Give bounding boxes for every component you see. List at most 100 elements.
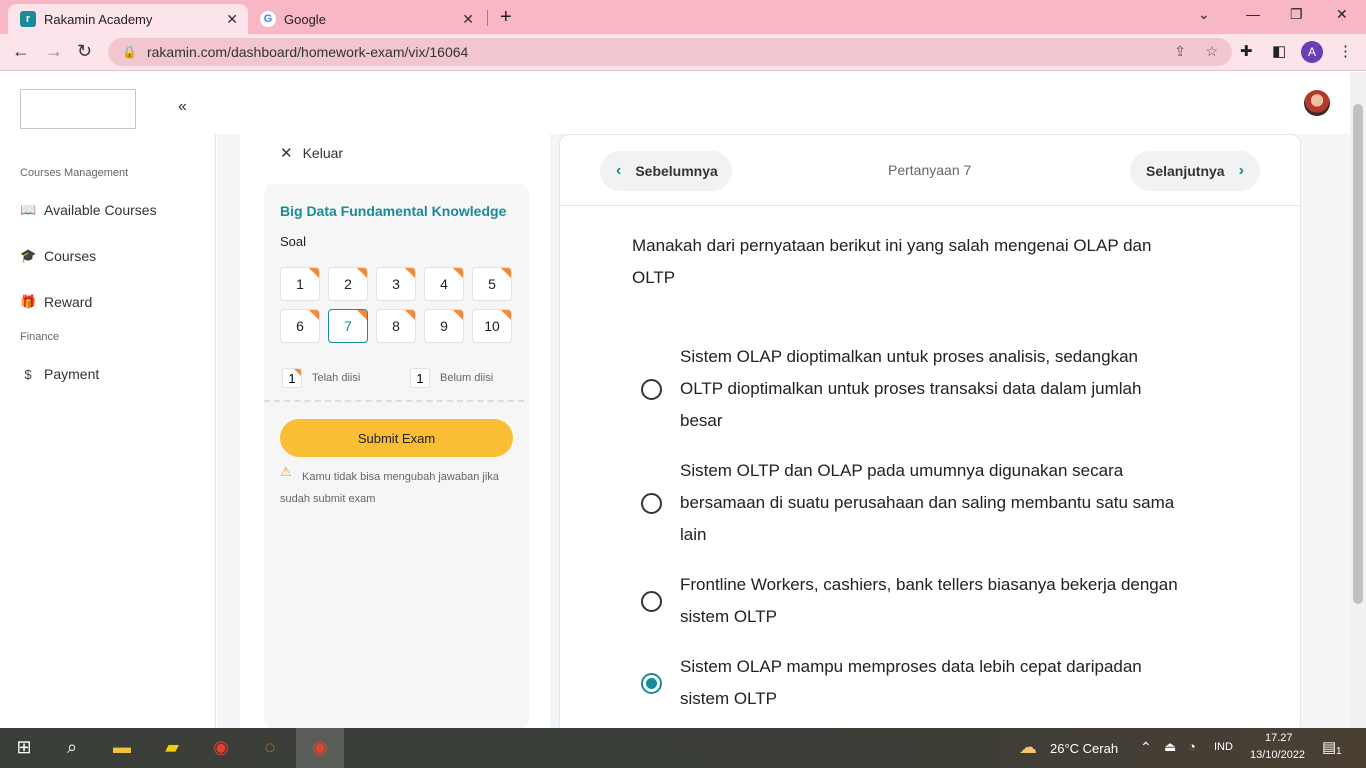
tab-separator [487, 10, 488, 26]
answer-option-text: Sistem OLTP dan OLAP pada umumnya diguna… [680, 461, 1175, 544]
restore-icon[interactable]: ❐ [1290, 6, 1303, 23]
answer-option[interactable]: Frontline Workers, cashiers, bank teller… [641, 569, 1201, 633]
browser-toolbar: ← → ↻ 🔒 rakamin.com/dashboard/homework-e… [0, 34, 1366, 71]
sidebar-item-reward[interactable]: 🎁 Reward [20, 294, 92, 310]
file-explorer-icon[interactable]: ▬ [110, 737, 134, 759]
previous-question-button[interactable]: ‹ Sebelumnya [600, 151, 732, 191]
new-tab-icon[interactable]: + [500, 6, 512, 29]
submit-warning-text: Kamu tidak bisa mengubah jawaban jika su… [280, 471, 499, 505]
url-text: rakamin.com/dashboard/homework-exam/vix/… [146, 44, 469, 60]
previous-label: Sebelumnya [635, 163, 718, 179]
forward-arrow-icon[interactable]: → [45, 41, 63, 62]
address-bar[interactable]: 🔒 rakamin.com/dashboard/homework-exam/vi… [108, 38, 1232, 66]
next-label: Selanjutnya [1146, 163, 1225, 179]
sidebar-item-payment[interactable]: $ Payment [20, 366, 99, 382]
sidebar-item-label: Courses [44, 248, 97, 264]
radio-button[interactable] [641, 492, 662, 514]
divider [560, 205, 1300, 206]
logo-image[interactable] [20, 89, 136, 129]
radio-button[interactable] [641, 590, 662, 612]
close-icon: ✕ [280, 145, 293, 162]
sidebar-item-label: Payment [44, 366, 100, 382]
scrollbar-thumb[interactable] [1353, 104, 1363, 604]
question-text: Manakah dari pernyataan berikut ini yang… [632, 236, 1152, 287]
user-avatar[interactable] [1304, 90, 1330, 116]
minimize-icon[interactable]: — [1246, 6, 1260, 22]
tab-google[interactable]: G Google ✕ [252, 4, 484, 34]
legend-unanswered-label: Belum diisi [440, 372, 494, 384]
dollar-icon: $ [24, 366, 32, 382]
window-close-icon[interactable]: ✕ [1336, 6, 1348, 23]
page-scrollbar[interactable] [1350, 72, 1366, 728]
sidebar: Courses Management 📖 Available Courses 🎓… [0, 134, 216, 728]
chevron-left-icon: ‹ [616, 162, 622, 179]
question-number-button-current[interactable]: 7 [328, 309, 368, 343]
radio-button-checked[interactable] [641, 672, 662, 694]
sidebar-item-courses[interactable]: 🎓 Courses [20, 248, 96, 264]
bookmark-star-icon[interactable]: ☆ [1205, 43, 1218, 60]
notification-count: 1 [1336, 746, 1342, 757]
app-icon[interactable]: ◌ [258, 737, 282, 759]
sticky-notes-icon[interactable]: ▰ [160, 737, 184, 759]
soal-label: Soal [280, 234, 307, 249]
windows-start-icon[interactable]: ⊞ [12, 737, 36, 759]
sidebar-section-finance: Finance [20, 331, 60, 343]
question-number-button[interactable]: 1 [280, 267, 320, 301]
wifi-icon[interactable]: ◔ [1188, 739, 1196, 754]
question-number-button[interactable]: 8 [376, 309, 416, 343]
exit-label: Keluar [302, 145, 344, 161]
weather-text[interactable]: 26°C Cerah [1050, 741, 1118, 756]
question-number-button[interactable]: 6 [280, 309, 320, 343]
search-icon[interactable]: ⌕ [60, 737, 84, 759]
question-number-button[interactable]: 5 [472, 267, 512, 301]
google-g-icon: G [260, 11, 276, 27]
extensions-puzzle-icon[interactable]: ✚ [1240, 42, 1253, 60]
legend-answered-label: Telah diisi [312, 372, 361, 384]
close-icon[interactable]: ✕ [226, 11, 238, 28]
close-icon[interactable]: ✕ [462, 11, 474, 28]
browser-tab-strip: r Rakamin Academy ✕ G Google ✕ + ⌄ — ❐ ✕ [0, 0, 1366, 34]
answer-option-selected[interactable]: Sistem OLAP mampu memproses data lebih c… [641, 651, 1201, 715]
question-number-button[interactable]: 2 [328, 267, 368, 301]
book-icon: 📖 [20, 202, 37, 217]
sidebar-item-label: Reward [44, 294, 93, 310]
question-number-button[interactable]: 9 [424, 309, 464, 343]
reload-icon[interactable]: ↻ [77, 41, 92, 62]
share-icon[interactable]: ⇪ [1174, 43, 1186, 60]
more-menu-icon[interactable]: ⋮ [1338, 42, 1353, 60]
profile-avatar[interactable]: A [1301, 41, 1323, 63]
answer-option[interactable]: Sistem OLAP dioptimalkan untuk proses an… [641, 341, 1201, 437]
tab-title: Google [284, 11, 326, 27]
chrome-icon[interactable]: ◉ [209, 737, 233, 759]
chrome-profile-icon[interactable]: ◉ [308, 737, 332, 759]
clock-date[interactable]: 13/10/2022 [1250, 749, 1305, 761]
side-panel-icon[interactable]: ◧ [1272, 42, 1286, 60]
collapse-sidebar-icon[interactable]: « [178, 98, 187, 116]
question-number-button[interactable]: 4 [424, 267, 464, 301]
answer-option-text: Sistem OLAP mampu memproses data lebih c… [680, 657, 1142, 708]
weather-icon[interactable]: ☁ [1016, 737, 1040, 759]
question-number-button[interactable]: 3 [376, 267, 416, 301]
chevron-up-icon[interactable]: ⌃ [1140, 739, 1152, 756]
submit-exam-button[interactable]: Submit Exam [280, 419, 513, 457]
back-arrow-icon[interactable]: ← [12, 41, 30, 62]
notification-icon[interactable]: ▤ [1322, 738, 1336, 756]
course-title: Big Data Fundamental Knowledge [280, 203, 507, 219]
usb-icon[interactable]: ⏏ [1164, 739, 1176, 755]
language-indicator[interactable]: IND [1214, 741, 1233, 753]
answer-option-text: Frontline Workers, cashiers, bank teller… [680, 575, 1178, 626]
tab-rakamin-academy[interactable]: r Rakamin Academy ✕ [8, 4, 248, 34]
tab-title: Rakamin Academy [44, 11, 153, 27]
question-counter: Pertanyaan 7 [888, 162, 972, 178]
radio-button[interactable] [641, 378, 662, 400]
clock-time[interactable]: 17.27 [1265, 732, 1293, 744]
exit-button[interactable]: ✕ Keluar [280, 144, 343, 162]
lock-icon: 🔒 [122, 45, 137, 59]
sidebar-item-available-courses[interactable]: 📖 Available Courses [20, 202, 157, 218]
divider [264, 400, 524, 402]
next-question-button[interactable]: Selanjutnya › [1130, 151, 1260, 191]
sidebar-section-courses-management: Courses Management [20, 167, 129, 179]
tab-search-chevron-icon[interactable]: ⌄ [1198, 6, 1210, 23]
question-number-button[interactable]: 10 [472, 309, 512, 343]
answer-option[interactable]: Sistem OLTP dan OLAP pada umumnya diguna… [641, 455, 1201, 551]
